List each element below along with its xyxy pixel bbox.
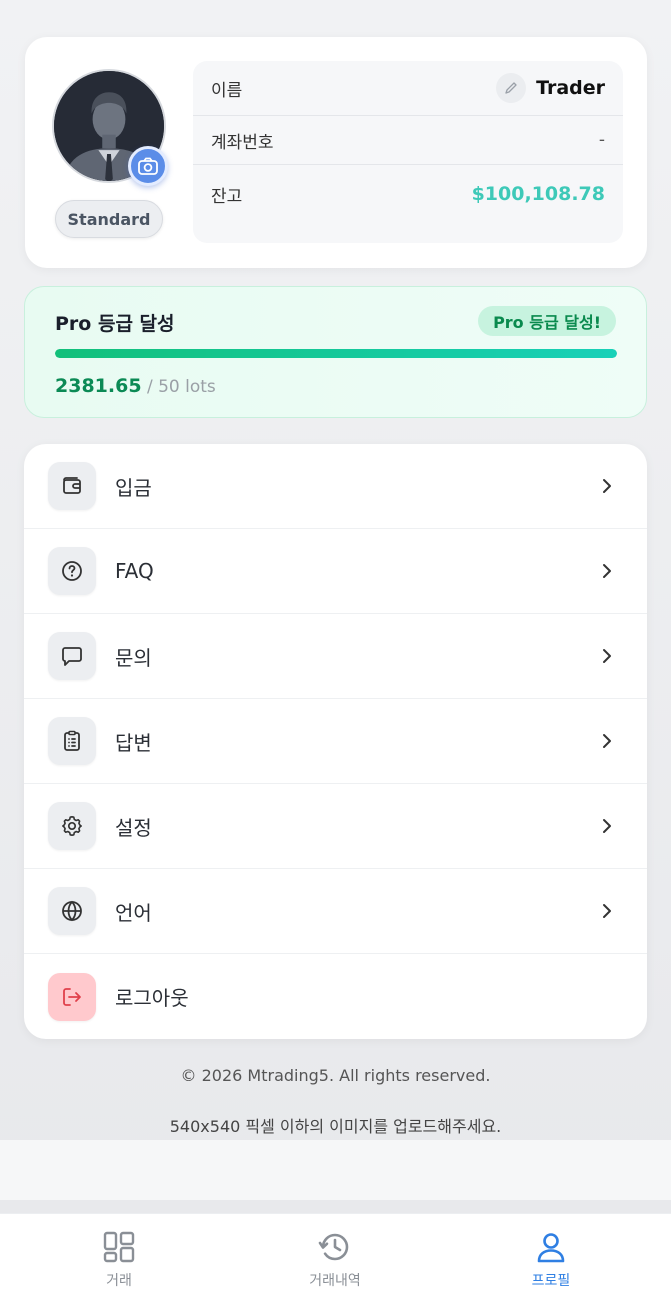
chevron-right-icon (603, 564, 611, 578)
nav-label: 거래내역 (309, 1273, 361, 1289)
balance-label: 잔고 (211, 186, 243, 207)
camera-icon (138, 157, 158, 175)
menu-label: 답변 (115, 730, 152, 755)
nav-label: 거래 (106, 1273, 132, 1289)
profile-page: Standard 이름 Trader 계좌번호 - 잔고 $100,108.78… (0, 0, 671, 1140)
logout-icon (63, 987, 81, 1006)
menu-item-language[interactable]: 언어 (24, 869, 647, 954)
menu-icon-box (48, 462, 96, 510)
name-label: 이름 (211, 80, 243, 101)
copyright-text: © 2026 Mtrading5. All rights reserved. (180, 1066, 491, 1085)
name-row: 이름 Trader (193, 61, 623, 116)
nav-item-profile[interactable]: 프로필 (491, 1230, 611, 1290)
pro-title: Pro 등급 달성 (55, 313, 175, 335)
history-icon (318, 1233, 349, 1261)
menu-label: 설정 (115, 815, 152, 840)
pencil-icon (505, 82, 517, 94)
menu-icon-box (48, 972, 96, 1021)
pro-progress-bar (55, 349, 617, 358)
gear-icon (62, 816, 82, 836)
pro-current-lots: 2381.65 (55, 375, 142, 397)
bottom-nav: 거래 거래내역 프로필 (0, 1213, 671, 1310)
menu-item-answers[interactable]: 답변 (24, 699, 647, 784)
pro-stats: 2381.65 / 50 lots (55, 375, 216, 397)
menu-item-deposit[interactable]: 입금 (24, 444, 647, 529)
chevron-right-icon (603, 819, 611, 833)
globe-icon (62, 900, 82, 922)
help-circle-icon (62, 561, 82, 581)
nav-label: 프로필 (531, 1273, 571, 1289)
pro-achieved-badge: Pro 등급 달성! (478, 306, 616, 336)
change-photo-button[interactable] (128, 146, 168, 186)
account-row: 계좌번호 - (193, 116, 623, 165)
message-icon (62, 647, 82, 666)
edit-name-button[interactable] (496, 73, 527, 103)
nav-item-history[interactable]: 거래내역 (275, 1230, 395, 1290)
balance-value: $100,108.78 (471, 183, 605, 205)
clipboard-icon (64, 730, 80, 751)
grid-icon (103, 1231, 135, 1263)
pro-target-lots: / 50 lots (146, 377, 216, 397)
pro-progress-card: Pro 등급 달성 Pro 등급 달성! 2381.65 / 50 lots (24, 286, 647, 418)
menu-item-inquiry[interactable]: 문의 (24, 614, 647, 699)
tier-badge: Standard (55, 200, 163, 238)
menu-icon-box (48, 802, 96, 850)
bottom-spacer (0, 1140, 671, 1200)
chevron-right-icon (603, 734, 611, 748)
menu-item-faq[interactable]: FAQ (24, 529, 647, 614)
menu-icon-box (48, 547, 96, 595)
menu-label: 언어 (115, 900, 152, 925)
user-name: Trader (536, 77, 605, 99)
menu-item-settings[interactable]: 설정 (24, 784, 647, 869)
account-label: 계좌번호 (211, 132, 274, 153)
menu-label: 문의 (115, 645, 152, 670)
name-value-group: Trader (496, 73, 605, 103)
upload-hint-text: 540x540 픽셀 이하의 이미지를 업로드해주세요. (169, 1117, 502, 1136)
menu-icon-box (48, 887, 96, 935)
pro-progress-fill (55, 349, 617, 358)
menu-icon-box (48, 632, 96, 680)
menu-label: FAQ (115, 559, 154, 583)
menu-label: 입금 (115, 475, 152, 500)
account-number: - (598, 130, 605, 150)
user-icon (537, 1233, 565, 1263)
balance-row: 잔고 $100,108.78 (193, 165, 623, 223)
chevron-right-icon (603, 904, 611, 918)
wallet-icon (63, 477, 81, 494)
menu-icon-box (48, 717, 96, 765)
nav-item-trade[interactable]: 거래 (59, 1230, 179, 1290)
chevron-right-icon (603, 479, 611, 493)
menu-item-logout[interactable]: 로그아웃 (24, 954, 647, 1039)
menu-label: 로그아웃 (115, 986, 189, 1010)
menu-card: 입금 FAQ 문의 답변 설정 언어 로그아웃 (24, 444, 647, 1039)
chevron-right-icon (603, 649, 611, 663)
account-info-box: 이름 Trader 계좌번호 - 잔고 $100,108.78 (193, 61, 623, 243)
